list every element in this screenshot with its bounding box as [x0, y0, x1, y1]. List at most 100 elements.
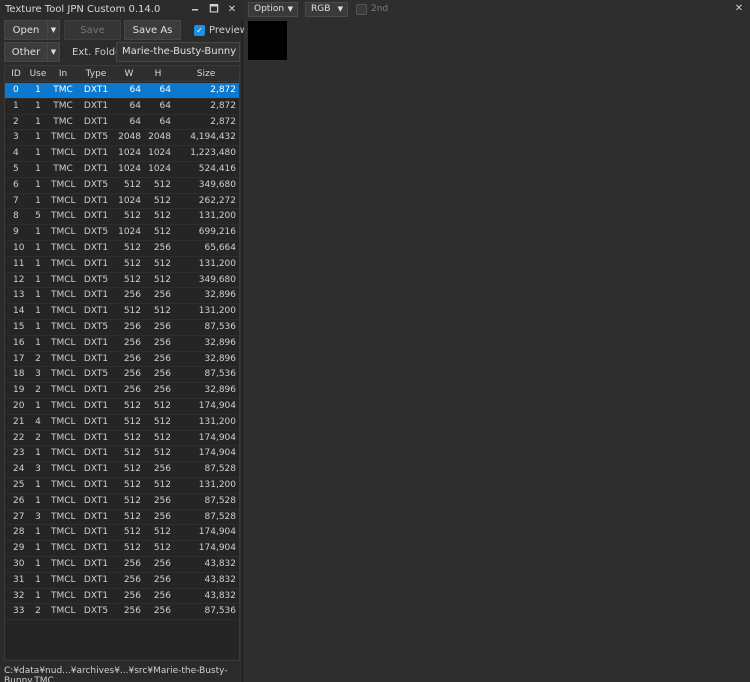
- cell-in: TMCL: [51, 321, 76, 332]
- maximize-icon[interactable]: 🗖: [207, 3, 221, 17]
- table-row[interactable]: 25 1 TMCL DXT1 512 512 131,200: [5, 478, 239, 494]
- ext-folder-input[interactable]: Marie-the-Busty-Bunny: [116, 42, 240, 62]
- cell-use: 3: [35, 464, 41, 475]
- table-row[interactable]: 3 1 TMCL DXT5 2048 2048 4,194,432: [5, 130, 239, 147]
- cell-size: 87,536: [204, 606, 237, 617]
- table-row[interactable]: 12 1 TMCL DXT5 512 512 349,680: [5, 273, 239, 289]
- cell-h: 256: [153, 606, 171, 617]
- cell-id: 20: [13, 400, 25, 411]
- close-icon[interactable]: ✕: [732, 2, 746, 16]
- cell-h: 256: [153, 337, 171, 348]
- cell-w: 2048: [118, 132, 141, 143]
- col-in-header[interactable]: In: [51, 69, 75, 79]
- table-row[interactable]: 24 3 TMCL DXT1 512 256 87,528: [5, 462, 239, 478]
- table-row[interactable]: 8 5 TMCL DXT1 512 512 131,200: [5, 209, 239, 226]
- col-w-header[interactable]: W: [117, 69, 141, 79]
- cell-type: DXT1: [83, 495, 109, 506]
- table-row[interactable]: 30 1 TMCL DXT1 256 256 43,832: [5, 557, 239, 573]
- close-icon[interactable]: ✕: [225, 3, 239, 17]
- cell-id: 18: [13, 369, 25, 380]
- open-dropdown-arrow-icon[interactable]: ▼: [47, 20, 60, 40]
- save-as-button[interactable]: Save As: [124, 20, 181, 40]
- cell-use: 2: [35, 353, 41, 364]
- title-bar[interactable]: Texture Tool JPN Custom 0.14.0 🗕 🗖 ✕: [0, 0, 243, 20]
- table-row[interactable]: 7 1 TMCL DXT1 1024 512 262,272: [5, 194, 239, 210]
- cell-size: 32,896: [204, 290, 237, 301]
- table-row[interactable]: 2 1 TMC DXT1 64 64 2,872: [5, 115, 239, 131]
- cell-w: 512: [123, 448, 141, 459]
- table-row[interactable]: 22 2 TMCL DXT1 512 512 174,904: [5, 431, 239, 447]
- cell-size: 131,200: [198, 258, 236, 269]
- second-checkbox[interactable]: [356, 4, 367, 15]
- table-row[interactable]: 23 1 TMCL DXT1 512 512 174,904: [5, 446, 239, 463]
- table-row[interactable]: 14 1 TMCL DXT1 512 512 131,200: [5, 304, 239, 320]
- texture-table[interactable]: ID Use In Type W H Size 0 1 TMC DXT1 64 64 2,8…: [4, 65, 240, 661]
- cell-type: DXT1: [83, 590, 109, 601]
- preview-checkbox[interactable]: ✓: [194, 25, 205, 36]
- cell-type: DXT1: [83, 543, 109, 554]
- table-row[interactable]: 10 1 TMCL DXT1 512 256 65,664: [5, 241, 239, 257]
- table-row[interactable]: 26 1 TMCL DXT1 512 256 87,528: [5, 494, 239, 510]
- cell-use: 1: [35, 290, 41, 301]
- col-h-header[interactable]: H: [145, 69, 171, 79]
- table-row[interactable]: 27 3 TMCL DXT1 512 256 87,528: [5, 510, 239, 526]
- cell-w: 512: [123, 179, 141, 190]
- cell-w: 512: [123, 495, 141, 506]
- cell-size: 1,223,480: [190, 148, 236, 159]
- table-row[interactable]: 32 1 TMCL DXT1 256 256 43,832: [5, 589, 239, 605]
- cell-h: 512: [153, 211, 171, 222]
- table-row[interactable]: 4 1 TMCL DXT1 1024 1024 1,223,480: [5, 146, 239, 162]
- table-row[interactable]: 29 1 TMCL DXT1 512 512 174,904: [5, 541, 239, 557]
- cell-in: TMC: [53, 100, 73, 111]
- cell-id: 28: [13, 527, 25, 538]
- table-row[interactable]: 31 1 TMCL DXT1 256 256 43,832: [5, 573, 239, 589]
- cell-size: 174,904: [198, 543, 236, 554]
- minimize-icon[interactable]: 🗕: [188, 3, 202, 17]
- col-type-header[interactable]: Type: [81, 69, 111, 79]
- col-id-header[interactable]: ID: [7, 69, 25, 79]
- cell-w: 512: [123, 416, 141, 427]
- other-dropdown-arrow-icon[interactable]: ▼: [47, 42, 60, 62]
- table-row[interactable]: 28 1 TMCL DXT1 512 512 174,904: [5, 525, 239, 542]
- table-row[interactable]: 17 2 TMCL DXT1 256 256 32,896: [5, 352, 239, 368]
- cell-in: TMCL: [51, 432, 76, 443]
- table-row[interactable]: 18 3 TMCL DXT5 256 256 87,536: [5, 367, 239, 384]
- table-row[interactable]: 11 1 TMCL DXT1 512 512 131,200: [5, 257, 239, 273]
- other-button[interactable]: Other: [4, 42, 48, 62]
- cell-id: 12: [13, 274, 25, 285]
- channel-dropdown[interactable]: RGB ▼: [305, 2, 348, 17]
- open-button[interactable]: Open: [4, 20, 48, 40]
- table-row[interactable]: 0 1 TMC DXT1 64 64 2,872: [5, 83, 239, 99]
- table-row[interactable]: 16 1 TMCL DXT1 256 256 32,896: [5, 336, 239, 352]
- table-row[interactable]: 19 2 TMCL DXT1 256 256 32,896: [5, 383, 239, 399]
- cell-w: 256: [123, 290, 141, 301]
- table-row[interactable]: 21 4 TMCL DXT1 512 512 131,200: [5, 415, 239, 431]
- col-size-header[interactable]: Size: [175, 69, 237, 79]
- cell-use: 1: [35, 274, 41, 285]
- cell-type: DXT5: [83, 227, 109, 238]
- table-row[interactable]: 6 1 TMCL DXT5 512 512 349,680: [5, 178, 239, 194]
- table-row[interactable]: 9 1 TMCL DXT5 1024 512 699,216: [5, 225, 239, 241]
- table-row[interactable]: 5 1 TMC DXT1 1024 1024 524,416: [5, 162, 239, 178]
- cell-h: 512: [153, 527, 171, 538]
- cell-use: 1: [35, 179, 41, 190]
- cell-use: 1: [35, 400, 41, 411]
- cell-h: 512: [153, 448, 171, 459]
- col-use-header[interactable]: Use: [27, 69, 49, 79]
- cell-use: 1: [35, 132, 41, 143]
- save-button[interactable]: Save: [64, 20, 121, 40]
- cell-w: 512: [123, 479, 141, 490]
- table-row[interactable]: 1 1 TMC DXT1 64 64 2,872: [5, 99, 239, 115]
- table-row[interactable]: 13 1 TMCL DXT1 256 256 32,896: [5, 288, 239, 305]
- cell-id: 13: [13, 290, 25, 301]
- option-dropdown[interactable]: Option ▼: [248, 2, 298, 17]
- cell-use: 1: [35, 574, 41, 585]
- table-row[interactable]: 20 1 TMCL DXT1 512 512 174,904: [5, 399, 239, 415]
- table-row[interactable]: 33 2 TMCL DXT5 256 256 87,536: [5, 604, 239, 621]
- cell-w: 64: [129, 116, 141, 127]
- cell-id: 19: [13, 385, 25, 396]
- cell-id: 29: [13, 543, 25, 554]
- table-row[interactable]: 15 1 TMCL DXT5 256 256 87,536: [5, 320, 239, 336]
- cell-h: 256: [153, 242, 171, 253]
- texture-preview-canvas[interactable]: [248, 21, 287, 60]
